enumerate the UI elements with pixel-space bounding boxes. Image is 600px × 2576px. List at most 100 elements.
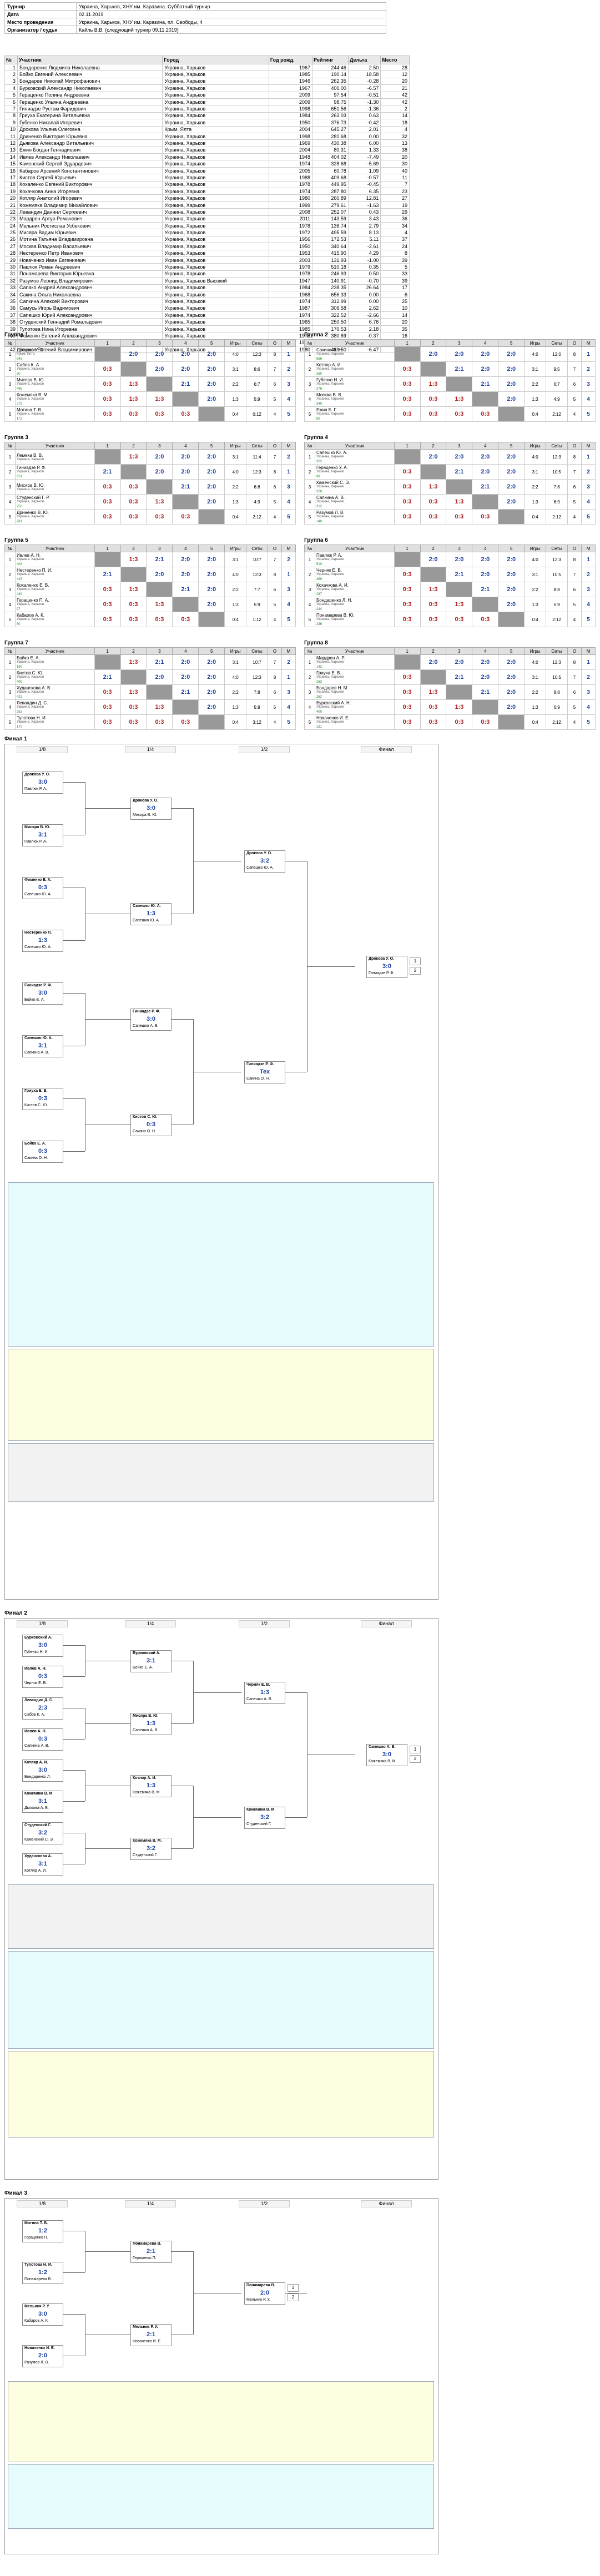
group-player[interactable]: Дрокова У. О. Крым, Ялта 645 [14, 346, 95, 362]
group-player[interactable]: Черняк Е. В. Украина, Харьков 469 [314, 567, 395, 582]
participant-name[interactable]: Бондарев Николай Митрофанович [17, 77, 163, 85]
participant-name[interactable]: Тупотова Нина Игоревна [17, 325, 163, 333]
match-card[interactable]: Новаченко И. Е. 2:0 Разумов Л. В. [22, 2345, 63, 2367]
participant-name[interactable]: Гераценко Ульяна Андреевна [17, 98, 163, 106]
match-card[interactable]: Понамарева В. 2:0 Мельник Р. У. [244, 2282, 285, 2305]
group-player[interactable]: Бойко Е. А. Украина, Харьков 190 [14, 654, 95, 670]
match-card[interactable]: Бурковский А. 3:0 Губенко Н. И. [22, 1635, 63, 1657]
participant-name[interactable]: Самусь Игорь Вадимович [17, 304, 163, 312]
group-player[interactable]: Гераценко У. А. Украина, Харьков 98 [314, 464, 395, 480]
participant-name[interactable]: Бойко Евгений Алексеевич [17, 70, 163, 78]
group-player[interactable]: Бондарев Н. М. Украина, Харьков 262 [314, 684, 395, 700]
participant-name[interactable]: Бурковский Александр Николаевич [17, 84, 163, 92]
participant-name[interactable]: Левандин Даниил Сергеевич [17, 208, 163, 216]
match-card[interactable]: Кожемяка В. М. 3:1 Дьякова А. В. [22, 1791, 63, 1813]
match-card[interactable]: Гиниадзе Р. Ф. 3:0 Бойко Е. А. [22, 982, 63, 1005]
group-player[interactable]: Павлюк Р. А. Украина, Харьков 510 [314, 552, 395, 567]
participant-name[interactable]: Каменский Сергей Эдуардович [17, 160, 163, 168]
match-card[interactable]: Бойко Е. А. 0:3 Сакина О. Н. [22, 1140, 63, 1163]
match-card[interactable]: Гиниадзе Р. Ф. Тех Сакина О. Н. [244, 1061, 285, 1083]
group-player[interactable]: Кабаров А. К. Украина, Харьков 60 [14, 612, 95, 627]
match-card[interactable]: Мельник Р. У. 2:1 Новаченко И. Е. [130, 2324, 172, 2346]
participant-name[interactable]: Мардрен Артур Романович [17, 215, 163, 223]
participant-name[interactable]: Сапкина Алексей Викторович [17, 298, 163, 305]
participant-name[interactable]: Студенский Геннадий Ромальдович [17, 318, 163, 326]
match-card[interactable]: Сапешко А. В. 3:0 Кожемяка В. М. [366, 1744, 407, 1766]
match-card[interactable]: Мотина Т. В. 1:2 Гераценко П. [22, 2220, 63, 2242]
participant-name[interactable]: Бондаренко Людмила Николаевна [17, 63, 163, 72]
group-player[interactable]: Левандин Д. С. Украина, Харьков 252 [14, 699, 95, 715]
participant-name[interactable]: Ивлев Александр Николаевич [17, 153, 163, 161]
match-card[interactable]: Дрокова У. О. 3:2 Сапешко Ю. А. [244, 850, 285, 873]
match-card[interactable]: Сапешко Ю. А. 3:1 Сапкина А. В. [22, 1035, 63, 1057]
match-card[interactable]: Кистов С. Ю. 0:3 Сакина О. Н. [130, 1114, 172, 1136]
group-player[interactable]: Москва В. В. Украина, Харьков 340 [314, 391, 395, 407]
group-player[interactable]: Мисяра В. Ю. Украина, Харьков [14, 479, 95, 495]
participant-name[interactable]: Котляр Анатолий Игоревич [17, 194, 163, 202]
match-card[interactable]: Нестеренко П. 1:3 Сапешко Ю. А. [22, 929, 63, 952]
match-card[interactable]: Фоменко Е. А. 0:3 Сапешко Ю. А. [22, 876, 63, 899]
match-card[interactable]: Дрокова У. О. 3:0 Павлюк Р. А. [22, 771, 63, 794]
group-player[interactable]: Дриненко В. Ю. Украина, Харьков 281 [14, 509, 95, 525]
participant-name[interactable]: Мотина Татьяна Владимировна [17, 235, 163, 244]
group-player[interactable]: Ивлев А. Н. Украина, Харьков 404 [14, 552, 95, 567]
group-player[interactable]: Губенко Н. И. Украина, Харьков 376 [314, 376, 395, 392]
group-player[interactable]: Сабов К. А. Украина, Харьков 60 [14, 361, 95, 377]
participant-name[interactable]: Новаченко Иван Евгениевич [17, 256, 163, 264]
match-card[interactable]: Бурковский А. 3:1 Бойко Е. А. [130, 1650, 172, 1673]
group-player[interactable]: Худанскова А. В. Украина, Харьков 423 [14, 684, 95, 700]
match-card[interactable]: Черняк Е. В. 1:3 Сапешко А. В. [244, 1681, 285, 1704]
participant-name[interactable]: Кожемяка Владимир Михайлович [17, 201, 163, 209]
match-card[interactable]: Кожемяка В. М. 3:2 Студенский Г. [244, 1806, 285, 1829]
group-player[interactable]: Сакина О. Н. Украина, Харьков 656 [314, 346, 395, 362]
match-card[interactable]: Студенский Г. 3:2 Каменский С. Э. [22, 1822, 63, 1844]
group-player[interactable]: Кожемяка В. М. Украина, Харьков 279 [14, 391, 95, 407]
participant-name[interactable]: Мисяра Вадим Юрьевич [17, 229, 163, 236]
group-player[interactable]: Разумов Л. В. Украина, Харьков 140 [314, 509, 395, 525]
group-player[interactable]: Понамарева В. Ю. Украина, Харьков 246 [314, 612, 395, 627]
match-card[interactable]: Левандин Д. С. 2:3 Сабов К. А. [22, 1697, 63, 1720]
participant-name[interactable]: Кохачкова Анна Игоревна [17, 188, 163, 195]
group-player[interactable]: Каменский С. Э. Украина, Харьков 328 [314, 479, 395, 495]
participant-name[interactable]: Кохаленко Евгений Викторович [17, 180, 163, 189]
group-player[interactable]: Бурковский А. Н. Украина, Харьков 400 [314, 699, 395, 715]
group-player[interactable]: Новаченко И. Е. Украина, Харьков 131 [314, 714, 395, 730]
group-player[interactable]: Кистов С. Ю. Украина, Харьков 409 [14, 669, 95, 685]
group-player[interactable]: Ежин Б. Г. Украина, Харьков 80 [314, 406, 395, 422]
match-card[interactable]: Мисяра В. Ю. 3:1 Павлюк Р. А. [22, 824, 63, 846]
match-card[interactable]: Котляр А. И. 1:3 Кожемяка В. М. [130, 1775, 172, 1798]
match-card[interactable]: Ивлев А. Н. 0:3 Сапкина А. В. [22, 1728, 63, 1751]
group-player[interactable]: Лемеха В. В. Украина, Харьков [14, 449, 95, 465]
participant-name[interactable]: Понамарева Виктория Юрьевна [17, 270, 163, 278]
group-player[interactable]: Мардрен А. Р. Украина, Харьков 143 [314, 654, 395, 670]
match-card[interactable]: Котляр А. И. 3:0 Бондаренко Л. [22, 1760, 63, 1782]
participant-name[interactable]: Гераценко Полина Андреевна [17, 91, 163, 99]
group-player[interactable]: Мисяра В. Ю. Украина, Харьков 495 [14, 376, 95, 392]
match-card[interactable]: Понамарева В. 2:1 Гераценко П. [130, 2241, 172, 2263]
match-card[interactable]: Тупотова Н. И. 1:2 Понамарева В. [22, 2261, 63, 2284]
group-player[interactable]: Сапешко Ю. А. Украина, Харьков 322 [314, 449, 395, 465]
participant-name[interactable]: Нестеренко Петр Иванович [17, 249, 163, 257]
match-card[interactable]: Ивлев А. Н. 0:3 Черняк Е. В. [22, 1666, 63, 1688]
match-card[interactable]: Дрокова У. О. 3:0 Мисяра В. Ю. [130, 798, 172, 820]
participant-name[interactable]: Ежин Богдан Геннадиевич [17, 146, 163, 154]
match-card[interactable]: Мельник Р. У. 3:0 Кабаров А. К. [22, 2303, 63, 2326]
participant-name[interactable]: Гиниадзе Рустам Фаридович [17, 105, 163, 113]
participant-name[interactable]: Разумов Леонид Владимирович [17, 277, 163, 285]
participant-name[interactable]: Дрокова Ульяна Олеговна [17, 125, 163, 133]
participant-name[interactable]: Сакина Ольга Николаевна [17, 290, 163, 299]
match-card[interactable]: Гриуха Е. В. 0:3 Кистов С. Ю. [22, 1087, 63, 1110]
participant-name[interactable]: Мельник Ростислав Усбекович [17, 221, 163, 230]
participant-name[interactable]: Сапешко Юрий Александрович [17, 311, 163, 319]
group-player[interactable]: Тупотова Н. И. Украина, Харьков 170 [14, 714, 95, 730]
participant-name[interactable]: Дриненко Виктория Юрьевна [17, 132, 163, 140]
match-card[interactable]: Гиниадзе Р. Ф. 3:0 Сапешко А. В. [130, 1009, 172, 1031]
participant-name[interactable]: Гриуха Екатерина Витальевна [17, 112, 163, 120]
group-player[interactable]: Сапкина А. В. Украина, Харьков 312 [314, 494, 395, 510]
group-player[interactable]: Бондаренко Л. Н. Украина, Харьков 244 [314, 597, 395, 612]
group-player[interactable]: Гриуха Е. В. Украина, Харьков 263 [314, 669, 395, 685]
participant-name[interactable]: Сапако Андрей Александрович [17, 284, 163, 291]
group-player[interactable]: Мотина Т. В. Украина, Харьков 172 [14, 406, 95, 422]
match-card[interactable]: Худанскова А. 3:1 Котляр А. И. [22, 1853, 63, 1876]
group-player[interactable]: Гераценко П. А. Украина, Харьков 97 [14, 597, 95, 612]
